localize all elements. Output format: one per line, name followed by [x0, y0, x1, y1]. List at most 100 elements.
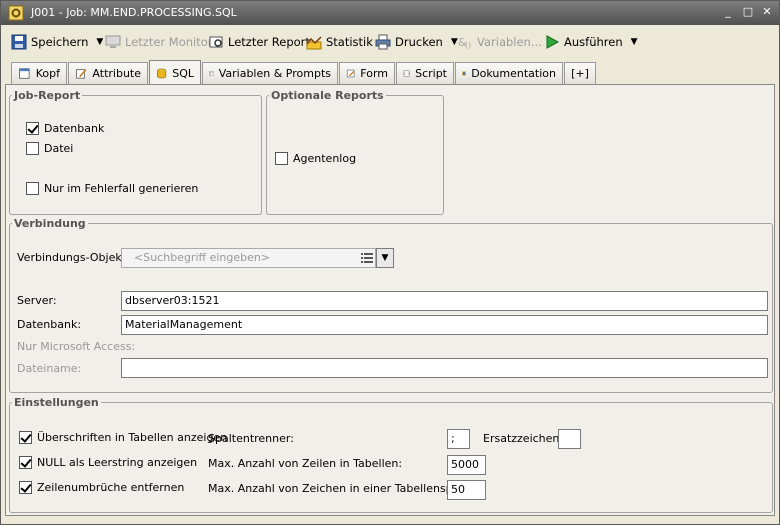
replacement-char-input[interactable] — [558, 429, 581, 449]
tab-attribute[interactable]: Attribute — [68, 62, 148, 84]
server-label: Server: — [17, 294, 57, 307]
null-as-empty-checkbox[interactable]: NULL als Leerstring anzeigen — [19, 456, 197, 469]
headers-in-tables-checkbox[interactable]: Überschriften in Tabellen anzeigen — [19, 431, 227, 444]
optional-reports-legend: Optionale Reports — [271, 89, 384, 102]
title-bar: J001 - Job: MM.END.PROCESSING.SQL _ □ ✕ — [1, 1, 779, 25]
toolbar: Speichern ▼ Letzter Monitor Letzter Repo… — [1, 28, 779, 56]
header-icon — [19, 68, 30, 79]
settings-legend: Einstellungen — [14, 396, 99, 409]
chevron-down-icon: ▼ — [381, 253, 389, 263]
tab-label: Kopf — [35, 67, 60, 80]
tab-sql[interactable]: SQL — [149, 60, 201, 85]
checkbox-checked-icon — [19, 481, 32, 494]
tab-kopf[interactable]: Kopf — [11, 62, 67, 84]
execute-label: Ausführen — [564, 35, 623, 49]
print-label: Drucken — [395, 35, 443, 49]
play-icon — [546, 35, 560, 49]
variables-label: Variablen... — [477, 35, 542, 49]
last-report-label: Letzter Report — [228, 35, 310, 49]
checkbox-unchecked-icon — [275, 152, 288, 165]
save-dropdown-icon[interactable]: ▼ — [96, 37, 103, 47]
variables-table-icon — [209, 71, 214, 76]
checkbox-label: Nur im Fehlerfall generieren — [44, 182, 199, 195]
chart-icon — [306, 36, 322, 50]
report-icon — [209, 36, 223, 48]
documentation-book-icon — [462, 71, 466, 76]
variables-icon: & () — [458, 36, 471, 50]
tab-label: Variablen & Prompts — [218, 67, 331, 80]
job-gear-icon — [8, 5, 24, 21]
column-separator-label: Spaltentrenner: — [208, 432, 294, 445]
close-icon[interactable]: ✕ — [760, 5, 774, 19]
form-icon — [346, 69, 355, 78]
job-editor-window: J001 - Job: MM.END.PROCESSING.SQL _ □ ✕ … — [0, 0, 780, 525]
save-button[interactable]: Speichern ▼ — [11, 32, 103, 52]
checkbox-label: Zeilenumbrüche entfernen — [37, 481, 185, 494]
checkbox-checked-icon — [19, 431, 32, 444]
execute-button[interactable]: Ausführen ▼ — [544, 32, 638, 52]
tab-bar: Kopf Attribute SQL Variablen & Prompts F… — [11, 60, 771, 85]
connection-object-placeholder: <Suchbegriff eingeben> — [134, 251, 271, 264]
checkbox-label: Datenbank — [44, 122, 105, 135]
checkbox-unchecked-icon — [26, 182, 39, 195]
execute-dropdown-icon[interactable]: ▼ — [631, 37, 638, 47]
connection-object-dropdown[interactable]: ▼ — [376, 248, 394, 268]
tab-label: SQL — [172, 66, 194, 80]
checkbox-unchecked-icon — [26, 142, 39, 155]
checkbox-label: Agentenlog — [293, 152, 357, 165]
tab-label: Script — [415, 67, 447, 80]
variables-button[interactable]: & () Variablen... — [457, 32, 542, 52]
datei-checkbox[interactable]: Datei — [26, 142, 73, 155]
last-report-button[interactable]: Letzter Report — [208, 32, 310, 52]
tab-label: Form — [360, 67, 388, 80]
sql-tab-panel: Job-Report Datenbank Datei Nur im Fehler… — [5, 84, 775, 516]
connection-legend: Verbindung — [14, 217, 86, 230]
job-report-legend: Job-Report — [14, 89, 81, 102]
connection-object-label: Verbindungs-Objekt: — [17, 251, 130, 264]
maximize-icon[interactable]: □ — [741, 5, 755, 19]
max-chars-label: Max. Anzahl von Zeichen in einer Tabelle… — [208, 482, 478, 495]
datenbank-checkbox[interactable]: Datenbank — [26, 122, 104, 135]
replacement-char-label: Ersatzzeichen: — [483, 432, 564, 445]
checkbox-label: NULL als Leerstring anzeigen — [37, 456, 198, 469]
statistics-label: Statistik — [326, 35, 373, 49]
print-button[interactable]: Drucken ▼ — [375, 32, 458, 52]
column-separator-input[interactable]: ; — [447, 429, 470, 449]
max-rows-input[interactable]: 5000 — [447, 455, 486, 475]
tab-script[interactable]: Script — [396, 62, 454, 84]
monitor-icon — [105, 35, 121, 48]
tab-label: Dokumentation — [471, 67, 556, 80]
tab-label: [+] — [571, 67, 589, 80]
connection-object-input[interactable]: <Suchbegriff eingeben> — [121, 248, 376, 268]
last-monitor-button[interactable]: Letzter Monitor — [105, 32, 213, 52]
settings-group: Einstellungen — [9, 396, 773, 513]
tab-label: Attribute — [92, 67, 141, 80]
max-chars-input[interactable]: 50 — [447, 480, 486, 500]
checkbox-checked-icon — [26, 122, 39, 135]
attribute-pencil-icon — [76, 69, 87, 79]
tab-documentation[interactable]: Dokumentation — [455, 62, 563, 84]
on-error-only-checkbox[interactable]: Nur im Fehlerfall generieren — [26, 182, 198, 195]
filename-label: Dateiname: — [17, 362, 82, 375]
database-input[interactable]: MaterialManagement — [121, 315, 768, 335]
ms-access-label: Nur Microsoft Access: — [17, 340, 136, 353]
agentenlog-checkbox[interactable]: Agentenlog — [275, 152, 356, 165]
floppy-disk-icon — [11, 34, 27, 50]
minimize-icon[interactable]: _ — [721, 5, 735, 19]
filename-input[interactable] — [121, 358, 768, 378]
script-icon — [403, 70, 410, 77]
svg-text:(): () — [465, 41, 471, 50]
save-label: Speichern — [31, 35, 89, 49]
database-label: Datenbank: — [17, 318, 82, 331]
statistics-button[interactable]: Statistik — [306, 32, 373, 52]
window-title: J001 - Job: MM.END.PROCESSING.SQL — [31, 6, 237, 19]
tab-variables-prompts[interactable]: Variablen & Prompts — [202, 62, 338, 84]
database-icon — [157, 68, 167, 78]
remove-linebreaks-checkbox[interactable]: Zeilenumbrüche entfernen — [19, 481, 184, 494]
tab-form[interactable]: Form — [339, 62, 395, 84]
printer-icon — [375, 34, 391, 50]
server-input[interactable]: dbserver03:1521 — [121, 291, 768, 311]
last-monitor-label: Letzter Monitor — [125, 35, 213, 49]
tab-add[interactable]: [+] — [564, 62, 596, 84]
list-icon[interactable] — [361, 253, 373, 263]
